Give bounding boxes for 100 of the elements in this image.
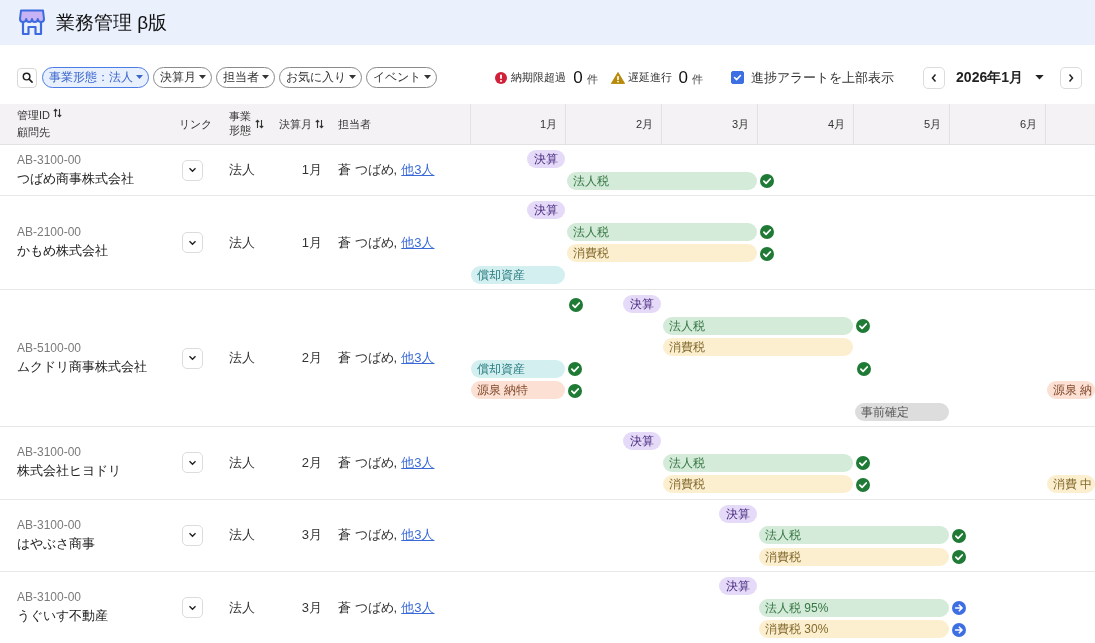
client-id: AB-3100-00 (17, 590, 82, 605)
task-bar[interactable]: 消費税 (567, 244, 757, 263)
task-bar[interactable]: 法人税 (759, 526, 949, 545)
sort-icon[interactable] (255, 119, 265, 129)
business-type: 法人 (229, 598, 255, 617)
milestone-tag[interactable]: 決算 (719, 577, 757, 596)
task-bar[interactable]: 法人税 (567, 171, 757, 190)
client-name: うぐいす不動産 (17, 607, 108, 626)
next-month-button[interactable] (1060, 66, 1082, 89)
fiscal-month: 2月 (301, 349, 322, 367)
filter-chip[interactable]: 事業形態：法人 (42, 67, 149, 88)
chevron-down-icon (188, 459, 197, 466)
link-menu-button[interactable] (182, 347, 203, 369)
client-name: かもめ株式会社 (17, 242, 108, 260)
more-staff-link[interactable]: 他3人 (401, 233, 435, 252)
task-bar[interactable]: 法人税 (663, 453, 853, 472)
month-picker-button[interactable]: 2026年1月 (945, 68, 1060, 87)
month-header: 2月 (635, 116, 653, 132)
milestone-tag[interactable]: 決算 (527, 201, 565, 220)
link-menu-button[interactable] (182, 232, 203, 253)
link-menu-button[interactable] (182, 597, 203, 619)
filter-chip[interactable]: イベント (366, 67, 437, 88)
more-staff-link[interactable]: 他3人 (401, 161, 435, 179)
task-bar[interactable]: 法人税 95% (759, 598, 949, 617)
month-header: 5月 (923, 116, 941, 132)
filter-chip[interactable]: お気に入り (279, 67, 362, 88)
chevron-down-icon (188, 167, 197, 173)
client-id: AB-3100-00 (17, 152, 82, 167)
milestone-tag[interactable]: 決算 (623, 295, 661, 314)
business-type: 法人 (229, 453, 255, 472)
task-bar[interactable]: 源泉 納 (1047, 381, 1095, 400)
staff-name: 蒼 つばめ, (338, 233, 398, 252)
filter-chip[interactable]: 担当者 (216, 67, 275, 88)
task-bar[interactable]: 償却資産 (471, 359, 565, 378)
client-id: AB-3100-00 (17, 517, 82, 532)
alert-label: 納期限超過 (511, 70, 567, 85)
task-bar[interactable]: 法人税 (663, 316, 853, 335)
link-menu-button[interactable] (182, 524, 203, 546)
link-menu-button[interactable] (182, 159, 203, 181)
filter-chip[interactable]: 決算月 (153, 67, 212, 88)
chevron-down-icon (188, 532, 197, 539)
fiscal-month: 3月 (301, 526, 322, 545)
client-name: はやぶさ商事 (17, 534, 95, 553)
task-bar[interactable]: 消費税 (759, 547, 949, 566)
business-type: 法人 (229, 161, 255, 179)
sort-icon[interactable] (53, 108, 62, 118)
more-staff-link[interactable]: 他3人 (401, 453, 435, 472)
alert-label: 遅延進行 (627, 70, 672, 85)
task-bar[interactable]: 消費税 (663, 338, 853, 357)
task-bar[interactable]: 事前確定 (855, 402, 949, 421)
chevron-down-icon (188, 604, 197, 611)
milestone-tag[interactable]: 決算 (719, 504, 757, 523)
business-type: 法人 (229, 526, 255, 545)
more-staff-link[interactable]: 他3人 (401, 526, 435, 545)
staff-name: 蒼 つばめ, (338, 349, 398, 367)
staff-name: 蒼 つばめ, (338, 526, 398, 545)
month-header: 3月 (731, 116, 749, 132)
chevron-down-icon (188, 355, 197, 361)
milestone-tag[interactable]: 決算 (623, 432, 661, 451)
link-menu-button[interactable] (182, 452, 203, 474)
column-header: リンク (179, 116, 212, 132)
task-bar[interactable]: 償却資産 (471, 265, 565, 284)
more-staff-link[interactable]: 他3人 (401, 598, 435, 617)
alert-unit: 件 (692, 71, 704, 87)
task-bar[interactable]: 消費税 (663, 475, 853, 494)
chevron-left-icon (930, 72, 939, 83)
task-bar[interactable]: 源泉 納特 (471, 381, 565, 400)
app-title: 業務管理 β版 (56, 10, 168, 35)
column-header: 担当者 (338, 116, 371, 132)
month-header: 4月 (827, 116, 845, 132)
search-button[interactable] (17, 67, 37, 88)
checkbox-label[interactable]: 進捗アラートを上部表示 (751, 68, 895, 87)
business-type: 法人 (229, 349, 255, 367)
caret-icon (262, 75, 269, 80)
chevron-right-icon (1067, 72, 1075, 83)
caret-icon (349, 75, 356, 80)
more-staff-link[interactable]: 他3人 (401, 349, 435, 367)
staff-name: 蒼 つばめ, (338, 598, 398, 617)
column-header[interactable]: 管理ID (17, 108, 50, 123)
task-bar[interactable]: 法人税 (567, 222, 757, 241)
client-name: つばめ商事株式会社 (17, 169, 134, 188)
caret-icon (199, 75, 206, 80)
previous-month-button[interactable] (923, 66, 946, 89)
client-id: AB-3100-00 (17, 445, 82, 460)
alert-count: 0 (678, 67, 689, 88)
fiscal-month: 1月 (301, 233, 322, 252)
client-name: 株式会社ヒヨドリ (17, 462, 121, 481)
milestone-tag[interactable]: 決算 (527, 150, 565, 169)
task-bar[interactable]: 消費 中 (1047, 475, 1095, 494)
search-icon (21, 72, 33, 83)
month-header: 6月 (1019, 116, 1037, 132)
task-bar[interactable]: 消費税 30% (759, 620, 949, 639)
alert-count: 0 (573, 67, 583, 88)
sort-icon[interactable] (315, 119, 324, 129)
caret-icon (136, 75, 143, 80)
column-header[interactable]: 決算月 (279, 116, 312, 132)
column-header[interactable]: 事業形態 (229, 110, 253, 138)
chevron-down-icon (188, 239, 197, 246)
caret-icon (424, 75, 431, 80)
checkbox[interactable] (731, 71, 745, 84)
